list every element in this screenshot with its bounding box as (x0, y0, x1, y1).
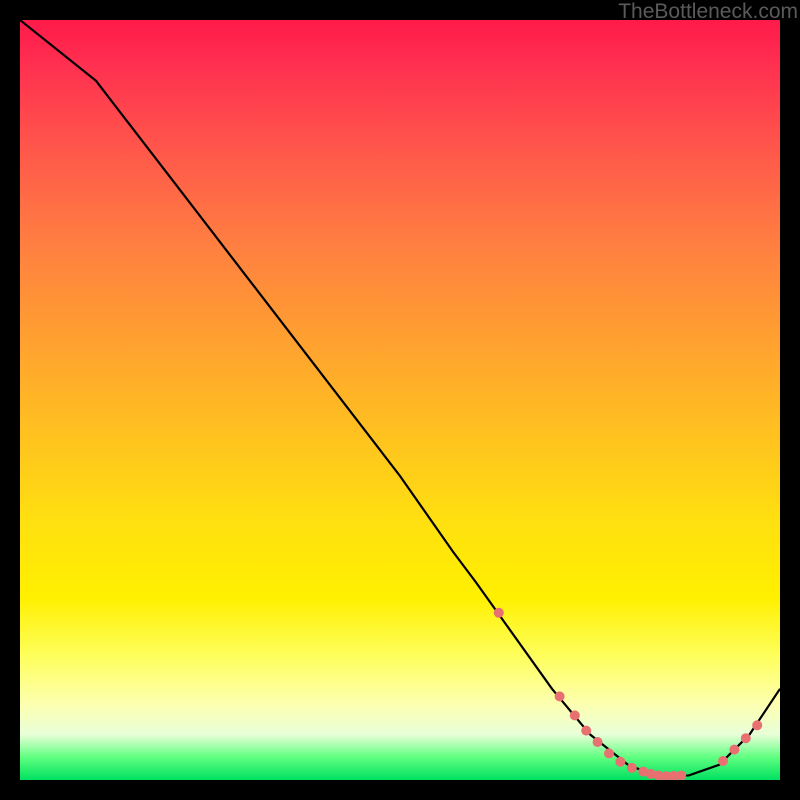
data-dot (570, 710, 580, 720)
data-dot (741, 733, 751, 743)
plot-area (20, 20, 780, 780)
data-dots (494, 608, 762, 780)
data-dot (494, 608, 504, 618)
data-dot (593, 737, 603, 747)
data-dot (676, 770, 686, 780)
data-dot (604, 748, 614, 758)
data-dot (752, 720, 762, 730)
data-dot (729, 745, 739, 755)
bottleneck-curve (20, 20, 780, 776)
chart-svg (20, 20, 780, 780)
data-dot (555, 691, 565, 701)
data-dot (718, 756, 728, 766)
data-dot (615, 757, 625, 767)
data-dot (627, 763, 637, 773)
chart-container: TheBottleneck.com (0, 0, 800, 800)
data-dot (581, 726, 591, 736)
